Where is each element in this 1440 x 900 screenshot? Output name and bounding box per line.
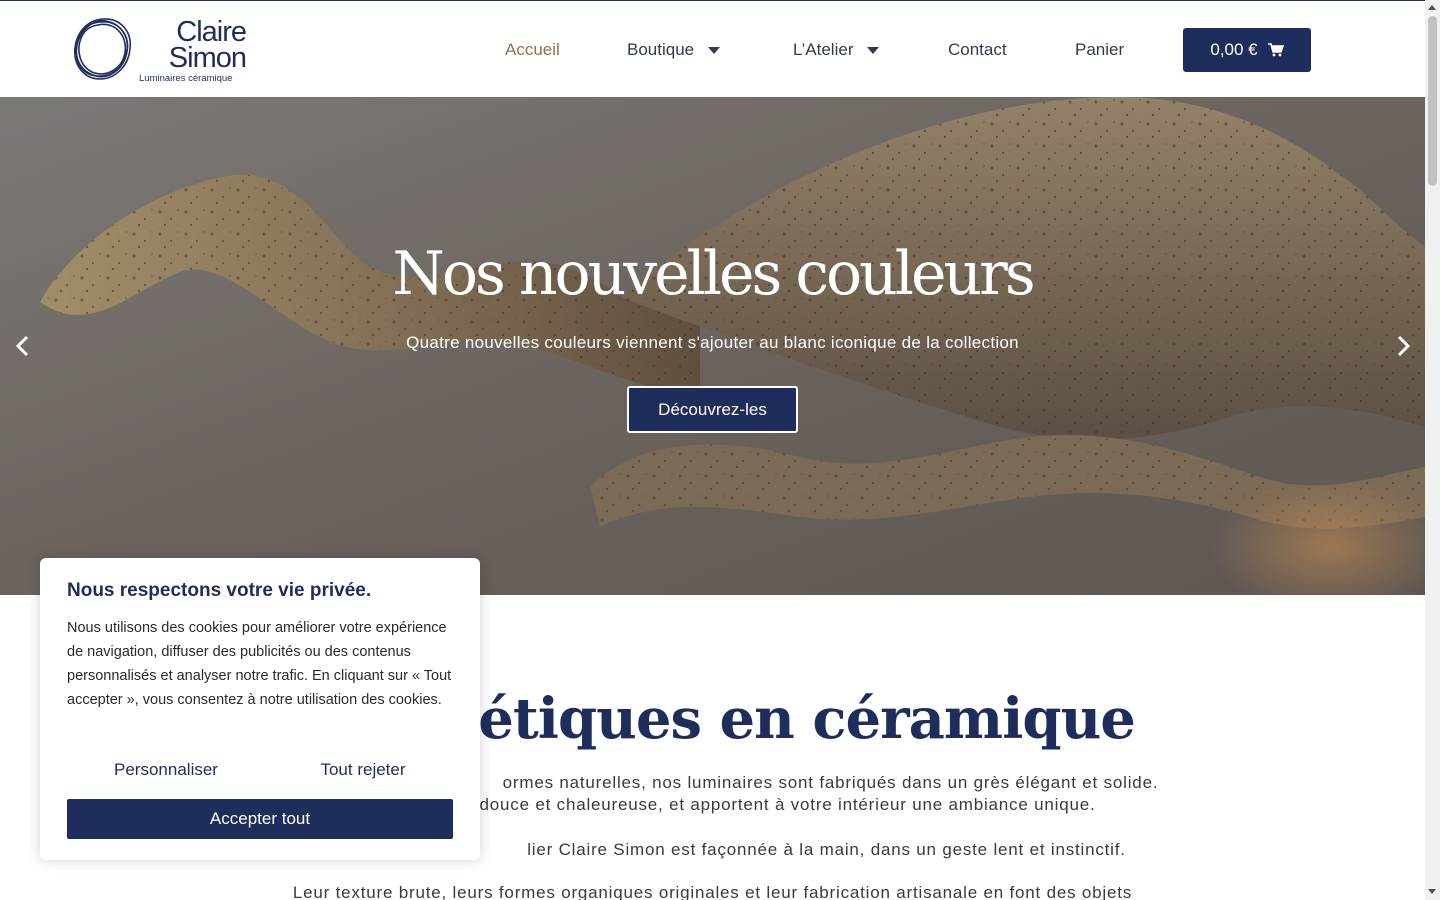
scroll-down-icon[interactable] xyxy=(1428,889,1436,894)
cookie-title: Nous respectons votre vie privée. xyxy=(67,580,372,601)
brand-tagline: Luminaires céramique xyxy=(139,73,233,84)
cookie-reject-button[interactable]: Tout rejeter xyxy=(264,760,462,780)
hero-cta-button[interactable]: Découvrez-les xyxy=(627,386,798,433)
caret-down-icon xyxy=(708,46,721,54)
brand-name-line2: Simon xyxy=(168,42,247,74)
nav-item-label: Contact xyxy=(948,40,1007,59)
nav-item-label: Accueil xyxy=(505,40,560,59)
nav-item-panier[interactable]: Panier xyxy=(1075,37,1124,63)
chevron-right-icon[interactable] xyxy=(1393,334,1413,358)
nav-item-atelier[interactable]: L’Atelier xyxy=(793,37,880,63)
caret-down-icon xyxy=(867,46,880,54)
page-scrollbar[interactable] xyxy=(1425,0,1440,900)
cookie-customize-button[interactable]: Personnaliser xyxy=(67,760,265,780)
scroll-up-icon[interactable] xyxy=(1428,5,1436,10)
logo-ring-icon xyxy=(74,18,131,80)
chevron-left-icon[interactable] xyxy=(13,334,33,358)
brand-name: Claire Simon xyxy=(136,18,247,74)
cart-icon xyxy=(1267,43,1284,57)
brand-logo[interactable]: Claire Simon Luminaires céramique xyxy=(70,15,247,87)
nav-item-boutique[interactable]: Boutique xyxy=(627,37,721,63)
cart-button[interactable]: 0,00 € xyxy=(1183,28,1311,72)
nav-item-accueil[interactable]: Accueil xyxy=(505,37,560,63)
nav-item-label: Boutique xyxy=(627,40,695,59)
nav-item-contact[interactable]: Contact xyxy=(948,37,1007,63)
site-header: Claire Simon Luminaires céramique Accuei… xyxy=(0,0,1425,97)
hero-subtitle: Quatre nouvelles couleurs viennent s'ajo… xyxy=(406,333,1019,352)
cookie-text: Nous utilisons des cookies pour améliore… xyxy=(67,620,452,708)
scroll-thumb[interactable] xyxy=(1428,16,1437,186)
nav-item-label: Panier xyxy=(1075,40,1125,59)
cookie-accept-button[interactable]: Accepter tout xyxy=(67,799,453,839)
hero-title: Nos nouvelles couleurs xyxy=(392,239,1035,309)
cart-total: 0,00 € xyxy=(1210,40,1258,59)
hero-slider: Nos nouvelles couleurs Quatre nouvelles … xyxy=(0,97,1425,595)
cookie-consent-banner: Nous respectons votre vie privée. Nous u… xyxy=(40,558,480,860)
nav-item-label: L’Atelier xyxy=(793,40,854,59)
intro-paragraph-3: Leur texture brute, leurs formes organiq… xyxy=(292,883,1133,900)
